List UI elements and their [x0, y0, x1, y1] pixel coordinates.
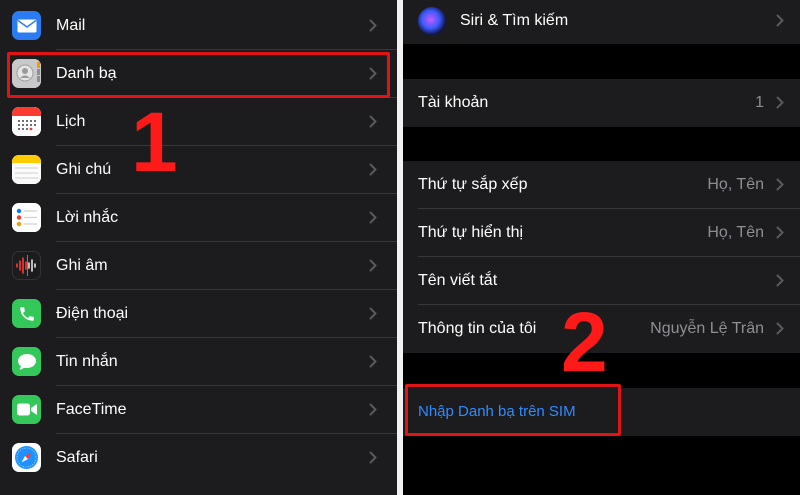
settings-item-label: Danh bạ [56, 65, 117, 82]
reminders-icon [12, 203, 41, 232]
import-sim-group: Nhập Danh bạ trên SIM [403, 388, 800, 436]
messages-icon [12, 347, 41, 376]
settings-item-messages[interactable]: Tin nhắn [0, 338, 397, 386]
chevron-right-icon [369, 259, 377, 272]
short-name-label: Tên viết tắt [418, 272, 498, 289]
settings-item-label: Mail [56, 17, 86, 34]
calendar-icon [12, 107, 41, 136]
accounts-group: Tài khoản 1 [403, 79, 800, 127]
settings-item-label: Ghi chú [56, 161, 112, 178]
chevron-right-icon [776, 178, 784, 191]
contacts-icon [12, 59, 41, 88]
sort-order-label: Thứ tự sắp xếp [418, 176, 528, 193]
siri-icon [418, 7, 446, 35]
siri-group: Siri & Tìm kiếm [403, 0, 800, 44]
accounts-label: Tài khoản [418, 94, 489, 111]
my-info-label: Thông tin của tôi [418, 320, 537, 337]
step-number-1: 1 [131, 95, 178, 189]
phone-icon [12, 299, 41, 328]
chevron-right-icon [776, 274, 784, 287]
settings-item-voice-memos[interactable]: Ghi âm [0, 242, 397, 290]
settings-item-label: Tin nhắn [56, 353, 118, 370]
chevron-right-icon [369, 403, 377, 416]
accounts-count: 1 [755, 94, 764, 111]
chevron-right-icon [369, 307, 377, 320]
siri-search-row[interactable]: Siri & Tìm kiếm [403, 0, 800, 45]
chevron-right-icon [369, 163, 377, 176]
settings-item-mail[interactable]: Mail [0, 2, 397, 50]
settings-item-notes[interactable]: Ghi chú [0, 146, 397, 194]
facetime-icon [12, 395, 41, 424]
settings-item-label: Điện thoại [56, 305, 129, 322]
sort-order-value: Họ, Tên [707, 176, 764, 193]
settings-list-panel: Mail Danh bạ Lịch Ghi chú Lời nhắc Ghi â… [0, 0, 397, 495]
display-order-value: Họ, Tên [707, 224, 764, 241]
import-sim-contacts-button[interactable]: Nhập Danh bạ trên SIM [403, 388, 800, 436]
voice-memos-icon [12, 251, 41, 280]
settings-item-safari[interactable]: Safari [0, 434, 397, 482]
chevron-right-icon [369, 451, 377, 464]
siri-search-label: Siri & Tìm kiếm [460, 12, 569, 29]
chevron-right-icon [369, 19, 377, 32]
display-order-label: Thứ tự hiển thị [418, 224, 524, 241]
chevron-right-icon [776, 226, 784, 239]
chevron-right-icon [776, 14, 784, 27]
chevron-right-icon [369, 67, 377, 80]
settings-item-label: Ghi âm [56, 257, 108, 274]
settings-item-phone[interactable]: Điện thoại [0, 290, 397, 338]
settings-item-contacts[interactable]: Danh bạ [0, 50, 397, 98]
chevron-right-icon [369, 355, 377, 368]
settings-item-facetime[interactable]: FaceTime [0, 386, 397, 434]
settings-item-reminders[interactable]: Lời nhắc [0, 194, 397, 242]
chevron-right-icon [369, 115, 377, 128]
sort-order-row[interactable]: Thứ tự sắp xếp Họ, Tên [403, 161, 800, 209]
settings-item-calendar[interactable]: Lịch [0, 98, 397, 146]
chevron-right-icon [369, 211, 377, 224]
settings-item-label: Safari [56, 449, 98, 466]
mail-icon [12, 11, 41, 40]
settings-item-label: FaceTime [56, 401, 127, 418]
notes-icon [12, 155, 41, 184]
accounts-row[interactable]: Tài khoản 1 [403, 79, 800, 127]
settings-item-label: Lịch [56, 113, 86, 130]
chevron-right-icon [776, 322, 784, 335]
chevron-right-icon [776, 96, 784, 109]
import-sim-contacts-label: Nhập Danh bạ trên SIM [418, 403, 576, 420]
display-order-row[interactable]: Thứ tự hiển thị Họ, Tên [403, 209, 800, 257]
my-info-value: Nguyễn Lệ Trân [650, 320, 764, 337]
settings-item-label: Lời nhắc [56, 209, 119, 226]
step-number-2: 2 [561, 295, 608, 389]
contacts-settings-panel: Siri & Tìm kiếm Tài khoản 1 Thứ tự sắp x… [403, 0, 800, 495]
safari-icon [12, 443, 41, 472]
